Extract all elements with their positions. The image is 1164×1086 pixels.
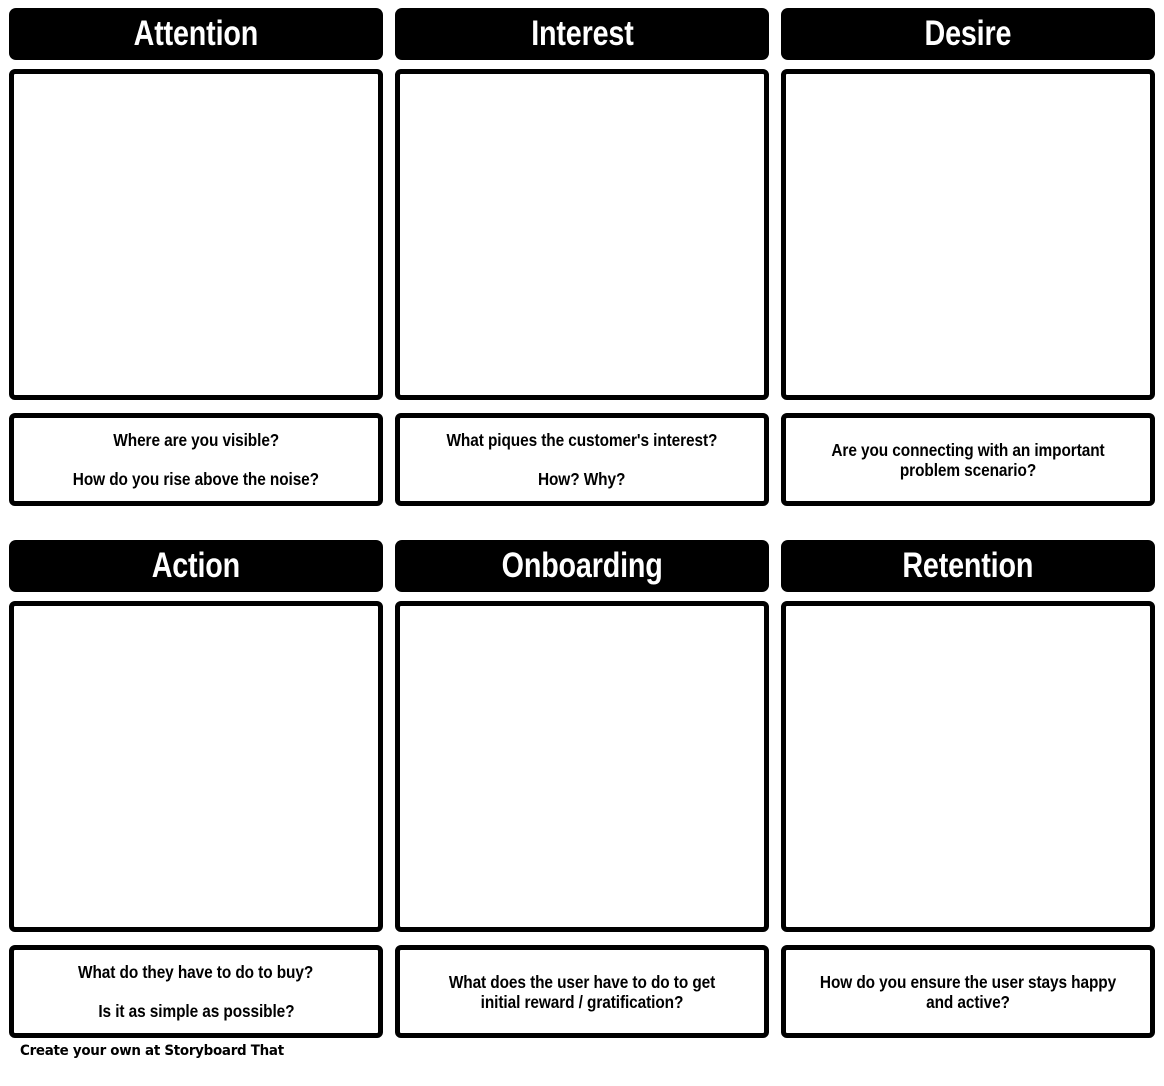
caption-line: What piques the customer's interest? (446, 430, 718, 450)
cell-canvas-interest[interactable] (395, 69, 769, 400)
cell-caption-onboarding[interactable]: What does the user have to do to get ini… (395, 945, 769, 1038)
caption-line: Is it as simple as possible? (97, 1001, 295, 1021)
cell-header-interest[interactable]: Interest (395, 8, 769, 60)
cell-header-action[interactable]: Action (9, 540, 383, 592)
cell-caption-interest[interactable]: What piques the customer's interest? How… (395, 413, 769, 506)
cell-canvas-retention[interactable] (781, 601, 1155, 932)
cell-header-label: Action (151, 546, 241, 585)
cell-caption-action[interactable]: What do they have to do to buy? Is it as… (9, 945, 383, 1038)
cell-header-desire[interactable]: Desire (781, 8, 1155, 60)
caption-line: How do you ensure the user stays happy a… (819, 971, 1117, 1012)
cell-header-label: Attention (133, 14, 259, 53)
caption-line: What do they have to do to buy? (78, 962, 314, 982)
cell-canvas-onboarding[interactable] (395, 601, 769, 932)
cell-header-attention[interactable]: Attention (9, 8, 383, 60)
caption-line: What does the user have to do to get ini… (448, 971, 716, 1012)
caption-line: Are you connecting with an important pro… (831, 439, 1105, 480)
storyboard-cell-action[interactable]: Action What do they have to do to buy? I… (9, 540, 383, 1038)
cell-header-onboarding[interactable]: Onboarding (395, 540, 769, 592)
storyboard-cell-attention[interactable]: Attention Where are you visible? How do … (9, 8, 383, 506)
storyboard-row: Attention Where are you visible? How do … (9, 8, 1155, 506)
storyboard: Attention Where are you visible? How do … (0, 0, 1164, 1086)
footer-credit: Create your own at Storyboard That (9, 1042, 1155, 1066)
cell-caption-retention[interactable]: How do you ensure the user stays happy a… (781, 945, 1155, 1038)
cell-caption-desire[interactable]: Are you connecting with an important pro… (781, 413, 1155, 506)
cell-header-retention[interactable]: Retention (781, 540, 1155, 592)
storyboard-cell-onboarding[interactable]: Onboarding What does the user have to do… (395, 540, 769, 1038)
caption-line: Where are you visible? (113, 430, 279, 450)
caption-line: How do you rise above the noise? (72, 469, 320, 489)
cell-canvas-attention[interactable] (9, 69, 383, 400)
cell-caption-attention[interactable]: Where are you visible? How do you rise a… (9, 413, 383, 506)
cell-canvas-action[interactable] (9, 601, 383, 932)
cell-header-label: Desire (924, 14, 1012, 53)
cell-header-label: Onboarding (501, 546, 663, 585)
cell-canvas-desire[interactable] (781, 69, 1155, 400)
storyboard-cell-desire[interactable]: Desire Are you connecting with an import… (781, 8, 1155, 506)
cell-header-label: Retention (902, 546, 1034, 585)
storyboard-row: Action What do they have to do to buy? I… (9, 540, 1155, 1038)
caption-line: How? Why? (538, 469, 626, 489)
footer-credit-text: Create your own at Storyboard That (20, 1043, 284, 1059)
cell-header-label: Interest (530, 14, 634, 53)
storyboard-cell-interest[interactable]: Interest What piques the customer's inte… (395, 8, 769, 506)
storyboard-cell-retention[interactable]: Retention How do you ensure the user sta… (781, 540, 1155, 1038)
